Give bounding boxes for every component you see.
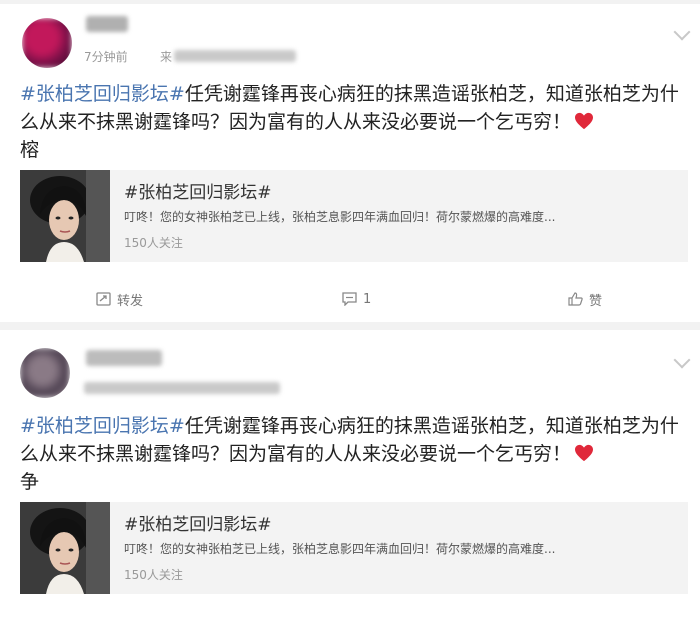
topic-card-description: 叮咚！您的女神张柏芝已上线，张柏芝息影四年满血回归！荷尔蒙燃爆的高难度...	[124, 542, 556, 556]
avatar[interactable]	[20, 348, 70, 398]
topic-hashtag-link[interactable]: #张柏芝回归影坛#	[20, 415, 185, 437]
chevron-down-icon[interactable]	[673, 23, 691, 41]
topic-card-description: 叮咚！您的女神张柏芝已上线，张柏芝息影四年满血回归！荷尔蒙燃爆的高难度...	[124, 210, 556, 224]
post-action-bar: 转发 1 赞	[0, 280, 700, 318]
avatar[interactable]	[22, 18, 72, 68]
heart-icon	[575, 112, 594, 130]
topic-thumbnail	[20, 170, 110, 262]
topic-card-title: #张柏芝回归影坛#	[124, 183, 272, 203]
like-label: 赞	[589, 293, 603, 309]
post-tail-text: 榕	[20, 139, 40, 161]
post-source-redacted	[174, 50, 296, 62]
topic-card-followers: 150人关注	[124, 568, 183, 582]
topic-card-title: #张柏芝回归影坛#	[124, 515, 272, 535]
topic-hashtag-link[interactable]: #张柏芝回归影坛#	[20, 83, 185, 105]
post-body: #张柏芝回归影坛#任凭谢霆锋再丧心病狂的抹黑造谣张柏芝，知道张柏芝为什么从来不抹…	[20, 80, 685, 164]
comment-count: 1	[363, 291, 372, 307]
topic-card-followers: 150人关注	[124, 236, 183, 250]
topic-thumbnail	[20, 502, 110, 594]
repost-label: 转发	[117, 293, 144, 309]
topic-link-card[interactable]: #张柏芝回归影坛# 叮咚！您的女神张柏芝已上线，张柏芝息影四年满血回归！荷尔蒙燃…	[20, 502, 688, 594]
post-time: 7分钟前	[84, 50, 128, 64]
thumbs-up-icon	[568, 292, 583, 306]
weibo-post-2: #张柏芝回归影坛#任凭谢霆锋再丧心病狂的抹黑造谣张柏芝，知道张柏芝为什么从来不抹…	[0, 330, 700, 619]
topic-link-card[interactable]: #张柏芝回归影坛# 叮咚！您的女神张柏芝已上线，张柏芝息影四年满血回归！荷尔蒙燃…	[20, 170, 688, 262]
like-button[interactable]: 赞	[568, 280, 602, 318]
repost-button[interactable]: 转发	[96, 280, 143, 318]
username-redacted[interactable]	[86, 16, 128, 32]
comment-button[interactable]: 1	[342, 280, 371, 318]
post-body: #张柏芝回归影坛#任凭谢霆锋再丧心病狂的抹黑造谣张柏芝，知道张柏芝为什么从来不抹…	[20, 412, 685, 496]
weibo-post-1: 7分钟前 来 #张柏芝回归影坛#任凭谢霆锋再丧心病狂的抹黑造谣张柏芝，知道张柏芝…	[0, 4, 700, 322]
repost-icon	[96, 292, 111, 306]
post-tail-text: 争	[20, 471, 40, 493]
post-source-label: 来	[160, 50, 173, 64]
post-meta-redacted	[84, 382, 280, 394]
comment-icon	[342, 292, 357, 306]
heart-icon	[575, 444, 594, 462]
chevron-down-icon[interactable]	[673, 351, 691, 369]
username-redacted[interactable]	[86, 350, 162, 366]
